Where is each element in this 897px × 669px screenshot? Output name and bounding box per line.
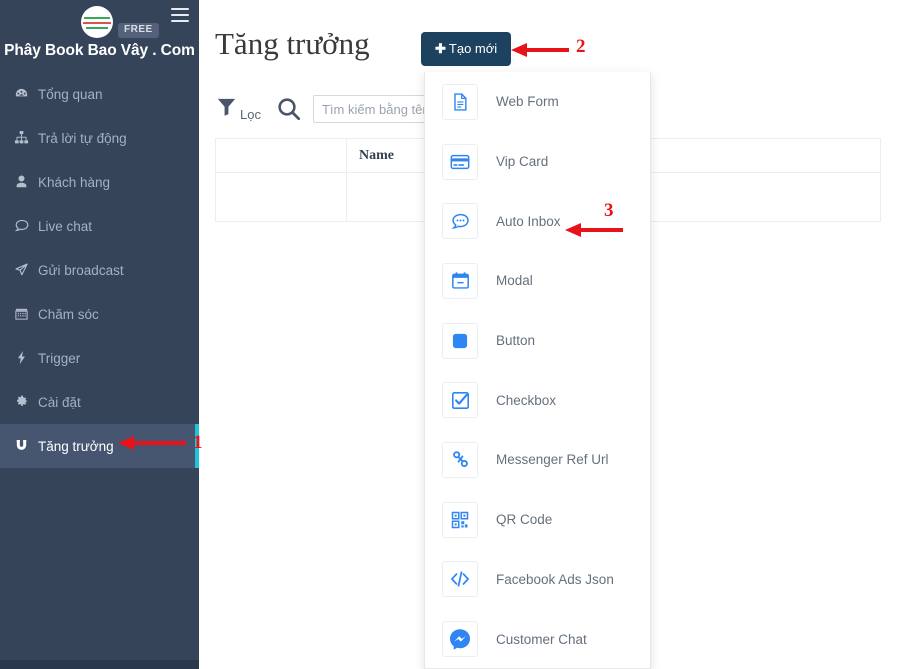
dropdown-item-label: Facebook Ads Json: [496, 571, 614, 587]
sidebar-brand: FREE Phây Book Bao Vây . Com: [0, 0, 199, 67]
sidebar-item-label: Gửi broadcast: [38, 262, 124, 278]
annotation-number-3: 3: [604, 200, 614, 221]
sidebar-item-label: Chăm sóc: [38, 306, 99, 322]
annotation-number-2: 2: [576, 36, 586, 57]
dropdown-item-button[interactable]: Button: [425, 311, 650, 371]
annotation-arrow-1: [118, 436, 186, 450]
dropdown-item-facebook-ads-json[interactable]: Facebook Ads Json: [425, 550, 650, 610]
magnet-icon: [14, 438, 38, 455]
table-cell-select: [215, 172, 347, 222]
funnel-icon: [215, 95, 238, 123]
brand-logo-icon: [81, 6, 113, 38]
dropdown-item-checkbox[interactable]: Checkbox: [425, 370, 650, 430]
table-col-select: [215, 138, 347, 173]
chat-bubble-icon: [14, 218, 38, 235]
dropdown-item-label: Button: [496, 333, 536, 349]
qr-code-icon: [442, 501, 478, 538]
link-chain-icon: [442, 441, 478, 478]
checkbox-checked-icon: [442, 382, 478, 419]
sidebar-item-label: Tổng quan: [38, 86, 103, 102]
create-button[interactable]: ✚ Tạo mới: [421, 32, 512, 66]
sidebar-item-label: Trả lời tự động: [38, 130, 127, 146]
sidebar-item-tong-quan[interactable]: Tổng quan: [0, 72, 199, 116]
dropdown-item-label: Modal: [496, 273, 533, 289]
dropdown-item-messenger-ref-url[interactable]: Messenger Ref Url: [425, 430, 650, 490]
sidebar: FREE Phây Book Bao Vây . Com Tổng quan T…: [0, 0, 199, 660]
annotation-arrow-2: [511, 43, 569, 57]
document-icon: [442, 83, 478, 120]
dropdown-item-modal[interactable]: Modal: [425, 251, 650, 311]
calendar-icon: [14, 306, 38, 323]
create-dropdown-menu: Web Form Vip Card Auto Inbox Modal Butto…: [424, 72, 651, 669]
sidebar-item-label: Khách hàng: [38, 174, 111, 190]
free-badge: FREE: [118, 23, 159, 38]
bolt-icon: [14, 350, 38, 367]
sidebar-item-label: Tăng trưởng: [38, 438, 114, 454]
dropdown-item-qr-code[interactable]: QR Code: [425, 490, 650, 550]
calendar-modal-icon: [442, 262, 478, 299]
credit-card-icon: [442, 143, 478, 180]
annotation-number-1: 1: [193, 432, 203, 453]
dropdown-item-customer-chat[interactable]: Customer Chat: [425, 609, 650, 668]
messenger-icon: [442, 621, 478, 658]
sidebar-item-gui-broadcast[interactable]: Gửi broadcast: [0, 248, 199, 292]
dropdown-item-label: QR Code: [496, 512, 553, 528]
sidebar-item-cai-dat[interactable]: Cài đặt: [0, 380, 199, 424]
dropdown-item-label: Auto Inbox: [496, 213, 561, 229]
sidebar-bottom-strip: [0, 660, 199, 669]
sidebar-item-live-chat[interactable]: Live chat: [0, 204, 199, 248]
sidebar-item-label: Live chat: [38, 218, 93, 234]
page-title: Tăng trưởng: [215, 26, 370, 61]
filter-label: Lọc: [240, 107, 261, 122]
annotation-arrow-3: [565, 223, 623, 237]
search-icon[interactable]: [275, 95, 303, 123]
sidebar-item-trigger[interactable]: Trigger: [0, 336, 199, 380]
dropdown-item-web-form[interactable]: Web Form: [425, 72, 650, 132]
dropdown-item-label: Web Form: [496, 94, 559, 110]
sidebar-item-cham-soc[interactable]: Chăm sóc: [0, 292, 199, 336]
plus-icon: ✚: [435, 41, 446, 56]
sidebar-nav: Tổng quan Trả lời tự động Khách hàng Liv…: [0, 72, 199, 468]
gear-icon: [14, 394, 38, 411]
dropdown-item-label: Messenger Ref Url: [496, 452, 609, 468]
brand-title: Phây Book Bao Vây . Com: [4, 42, 195, 59]
dashboard-icon: [14, 86, 38, 103]
sidebar-item-label: Trigger: [38, 350, 81, 366]
hamburger-icon[interactable]: [171, 8, 189, 22]
dropdown-item-vip-card[interactable]: Vip Card: [425, 132, 650, 192]
dropdown-item-label: Vip Card: [496, 154, 549, 170]
sitemap-icon: [14, 130, 38, 147]
create-button-label: Tạo mới: [448, 41, 498, 56]
filter-button[interactable]: Lọc: [215, 95, 261, 123]
sidebar-item-tra-loi-tu-dong[interactable]: Trả lời tự động: [0, 116, 199, 160]
user-icon: [14, 174, 38, 191]
dropdown-item-label: Customer Chat: [496, 631, 587, 647]
code-brackets-icon: [442, 561, 478, 598]
rounded-square-icon: [442, 322, 478, 359]
dropdown-item-label: Checkbox: [496, 392, 557, 408]
chat-bubble-dots-icon: [442, 203, 478, 240]
sidebar-item-khach-hang[interactable]: Khách hàng: [0, 160, 199, 204]
sidebar-item-label: Cài đặt: [38, 394, 81, 410]
paper-plane-icon: [14, 262, 38, 279]
